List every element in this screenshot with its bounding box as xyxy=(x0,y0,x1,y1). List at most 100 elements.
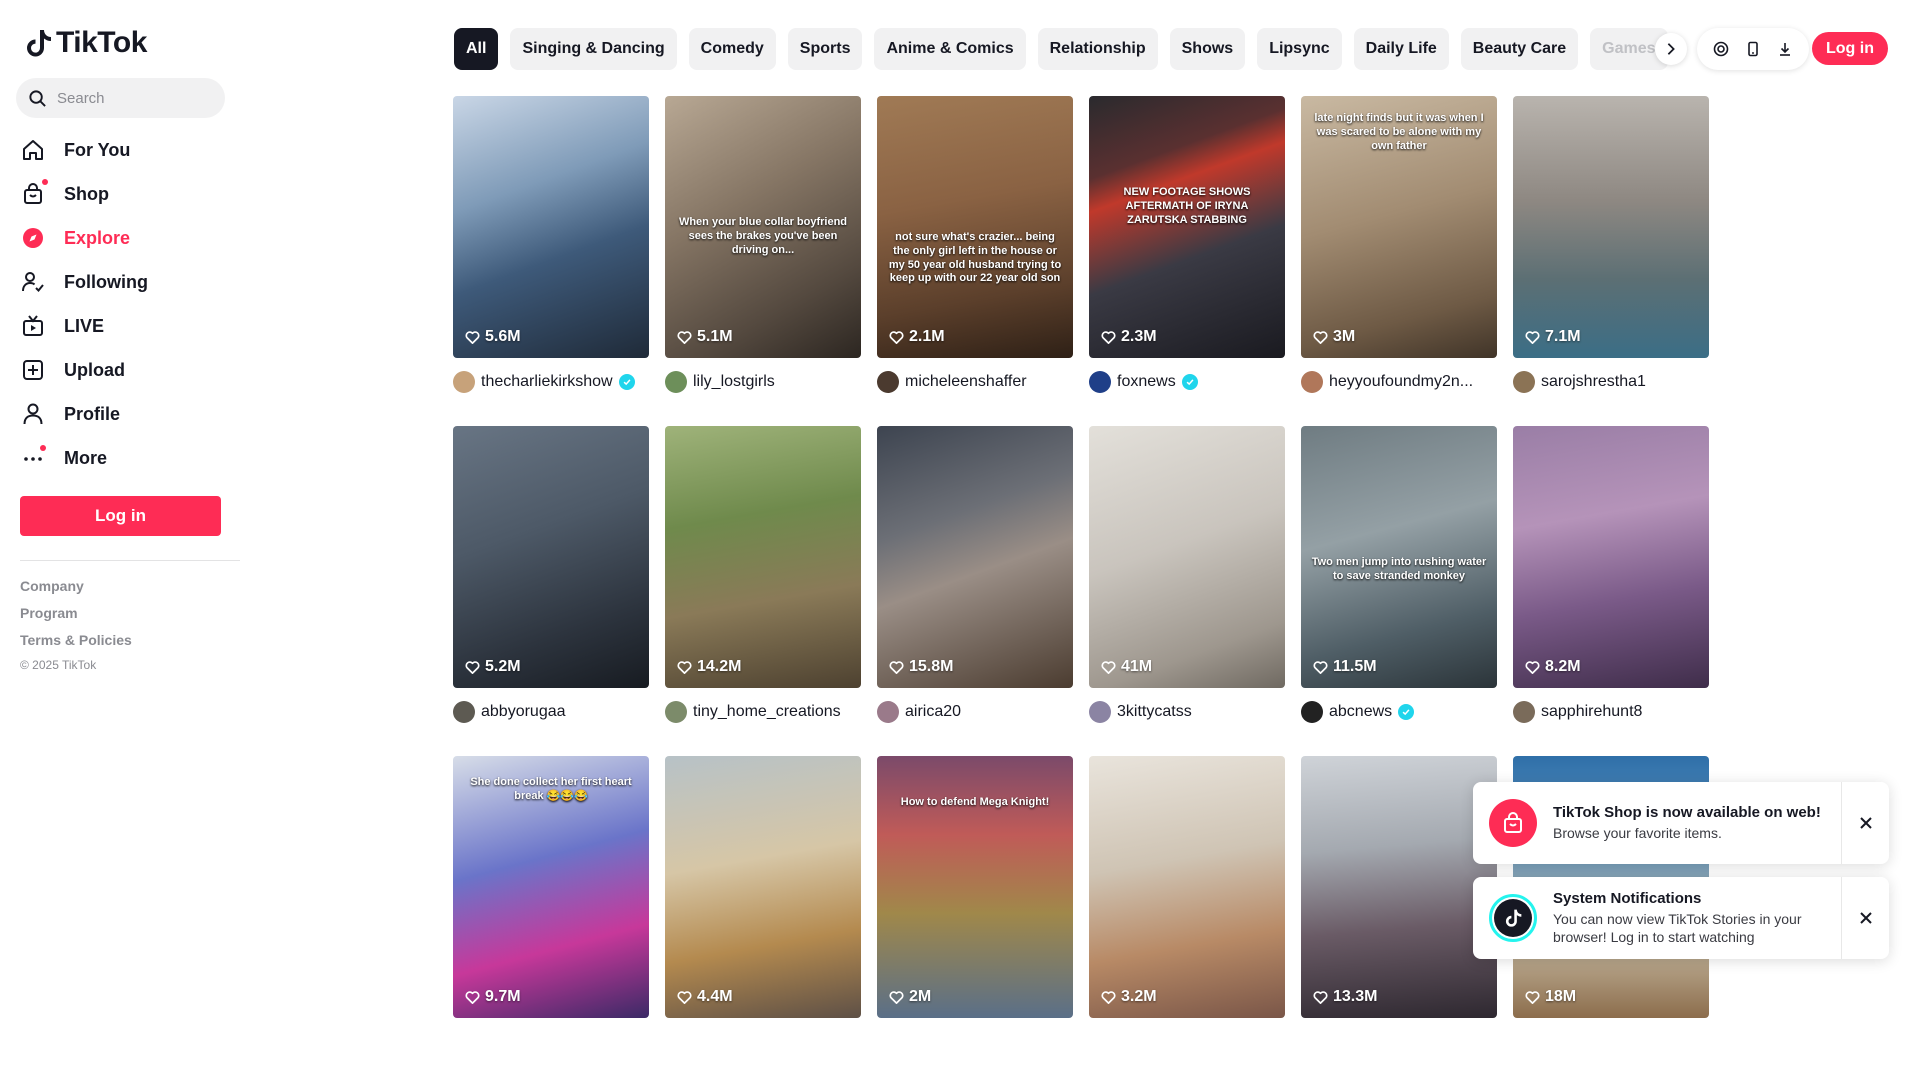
category-chip[interactable]: Relationship xyxy=(1037,28,1158,70)
video-thumbnail[interactable]: 5.6M xyxy=(453,96,649,358)
author-name[interactable]: heyyoufoundmy2n... xyxy=(1329,373,1473,391)
nav-shop[interactable]: Shop xyxy=(20,172,148,216)
video-author[interactable]: airica20 xyxy=(877,700,1073,724)
header-login-button[interactable]: Log in xyxy=(1812,32,1888,65)
video-card[interactable]: 5.2M abbyorugaa xyxy=(453,426,649,756)
video-card[interactable]: late night finds but it was when I was s… xyxy=(1301,96,1497,426)
video-author[interactable]: foxnews xyxy=(1089,370,1285,394)
video-thumbnail[interactable]: 14.2M xyxy=(665,426,861,688)
nav-upload[interactable]: Upload xyxy=(20,348,148,392)
video-thumbnail[interactable]: 13.3M xyxy=(1301,756,1497,1018)
author-name[interactable]: 3kittycatss xyxy=(1117,703,1192,721)
video-card[interactable]: 3.2M xyxy=(1089,756,1285,1086)
video-thumbnail[interactable]: NEW FOOTAGE SHOWS AFTERMATH OF IRYNA ZAR… xyxy=(1089,96,1285,358)
author-name[interactable]: sarojshrestha1 xyxy=(1541,373,1646,391)
video-author[interactable]: micheleenshaffer xyxy=(877,370,1073,394)
nav-live[interactable]: LIVE xyxy=(20,304,148,348)
video-thumbnail[interactable]: 3.2M xyxy=(1089,756,1285,1018)
avatar[interactable] xyxy=(1089,371,1111,393)
avatar[interactable] xyxy=(665,701,687,723)
video-thumbnail[interactable]: 5.2M xyxy=(453,426,649,688)
author-name[interactable]: thecharliekirkshow xyxy=(481,373,613,391)
author-name[interactable]: abcnews xyxy=(1329,703,1392,721)
footer-link-program[interactable]: Program xyxy=(20,605,132,632)
category-chip[interactable]: Daily Life xyxy=(1353,28,1449,70)
video-thumbnail[interactable]: 4.4M xyxy=(665,756,861,1018)
video-card[interactable]: NEW FOOTAGE SHOWS AFTERMATH OF IRYNA ZAR… xyxy=(1089,96,1285,426)
video-thumbnail[interactable]: How to defend Mega Knight! 2M xyxy=(877,756,1073,1018)
video-thumbnail[interactable]: 41M xyxy=(1089,426,1285,688)
avatar[interactable] xyxy=(1301,371,1323,393)
category-chip[interactable]: Beauty Care xyxy=(1460,28,1579,70)
video-thumbnail[interactable]: 7.1M xyxy=(1513,96,1709,358)
sidebar-login-button[interactable]: Log in xyxy=(20,496,221,536)
nav-more[interactable]: More xyxy=(20,436,148,480)
video-thumbnail[interactable]: not sure what's crazier... being the onl… xyxy=(877,96,1073,358)
category-chip[interactable]: Sports xyxy=(787,28,863,70)
avatar[interactable] xyxy=(665,371,687,393)
video-author[interactable]: thecharliekirkshow xyxy=(453,370,649,394)
category-scroll-right-button[interactable] xyxy=(1655,33,1687,65)
video-author[interactable]: abcnews xyxy=(1301,700,1497,724)
coins-button[interactable] xyxy=(1705,33,1737,65)
video-author[interactable]: abbyorugaa xyxy=(453,700,649,724)
category-chip[interactable]: Lipsync xyxy=(1257,28,1342,70)
close-notification-button[interactable] xyxy=(1841,877,1889,959)
avatar[interactable] xyxy=(1089,701,1111,723)
author-name[interactable]: micheleenshaffer xyxy=(905,373,1027,391)
video-author[interactable]: lily_lostgirls xyxy=(665,370,861,394)
video-author[interactable]: sarojshrestha1 xyxy=(1513,370,1709,394)
footer-link-company[interactable]: Company xyxy=(20,578,132,605)
download-button[interactable] xyxy=(1769,33,1801,65)
author-name[interactable]: foxnews xyxy=(1117,373,1176,391)
video-card[interactable]: She done collect her first heart break 😂… xyxy=(453,756,649,1086)
category-chip[interactable]: Shows xyxy=(1169,28,1246,70)
video-card[interactable]: 8.2M sapphirehunt8 xyxy=(1513,426,1709,756)
video-author[interactable]: tiny_home_creations xyxy=(665,700,861,724)
video-thumbnail[interactable]: 15.8M xyxy=(877,426,1073,688)
avatar[interactable] xyxy=(1301,701,1323,723)
author-name[interactable]: airica20 xyxy=(905,703,961,721)
nav-for-you[interactable]: For You xyxy=(20,128,148,172)
nav-profile[interactable]: Profile xyxy=(20,392,148,436)
avatar[interactable] xyxy=(1513,701,1535,723)
avatar[interactable] xyxy=(1513,371,1535,393)
category-chip[interactable]: Comedy xyxy=(688,28,776,70)
nav-following[interactable]: Following xyxy=(20,260,148,304)
avatar[interactable] xyxy=(453,701,475,723)
video-card[interactable]: How to defend Mega Knight! 2M xyxy=(877,756,1073,1086)
category-chip[interactable]: Anime & Comics xyxy=(874,28,1026,70)
close-notification-button[interactable] xyxy=(1841,782,1889,864)
video-card[interactable]: 14.2M tiny_home_creations xyxy=(665,426,861,756)
author-name[interactable]: tiny_home_creations xyxy=(693,703,841,721)
author-name[interactable]: abbyorugaa xyxy=(481,703,566,721)
video-card[interactable]: When your blue collar boyfriend sees the… xyxy=(665,96,861,426)
footer-link-terms[interactable]: Terms & Policies xyxy=(20,632,132,659)
author-name[interactable]: sapphirehunt8 xyxy=(1541,703,1642,721)
video-card[interactable]: 15.8M airica20 xyxy=(877,426,1073,756)
author-name[interactable]: lily_lostgirls xyxy=(693,373,775,391)
nav-explore[interactable]: Explore xyxy=(20,216,148,260)
video-thumbnail[interactable]: late night finds but it was when I was s… xyxy=(1301,96,1497,358)
avatar[interactable] xyxy=(877,701,899,723)
video-author[interactable]: sapphirehunt8 xyxy=(1513,700,1709,724)
search-input[interactable]: Search xyxy=(16,78,225,118)
category-chip[interactable]: All xyxy=(454,28,499,70)
video-card[interactable]: Two men jump into rushing water to save … xyxy=(1301,426,1497,756)
video-thumbnail[interactable]: She done collect her first heart break 😂… xyxy=(453,756,649,1018)
video-card[interactable]: 4.4M xyxy=(665,756,861,1086)
video-card[interactable]: 13.3M xyxy=(1301,756,1497,1086)
video-author[interactable]: 3kittycatss xyxy=(1089,700,1285,724)
video-author[interactable]: heyyoufoundmy2n... xyxy=(1301,370,1497,394)
video-thumbnail[interactable]: When your blue collar boyfriend sees the… xyxy=(665,96,861,358)
video-card[interactable]: 7.1M sarojshrestha1 xyxy=(1513,96,1709,426)
video-card[interactable]: 5.6M thecharliekirkshow xyxy=(453,96,649,426)
video-card[interactable]: not sure what's crazier... being the onl… xyxy=(877,96,1073,426)
tiktok-logo[interactable]: TikTok xyxy=(24,26,147,60)
video-thumbnail[interactable]: 8.2M xyxy=(1513,426,1709,688)
video-thumbnail[interactable]: Two men jump into rushing water to save … xyxy=(1301,426,1497,688)
avatar[interactable] xyxy=(877,371,899,393)
video-card[interactable]: 41M 3kittycatss xyxy=(1089,426,1285,756)
avatar[interactable] xyxy=(453,371,475,393)
category-chip[interactable]: Singing & Dancing xyxy=(510,28,677,70)
